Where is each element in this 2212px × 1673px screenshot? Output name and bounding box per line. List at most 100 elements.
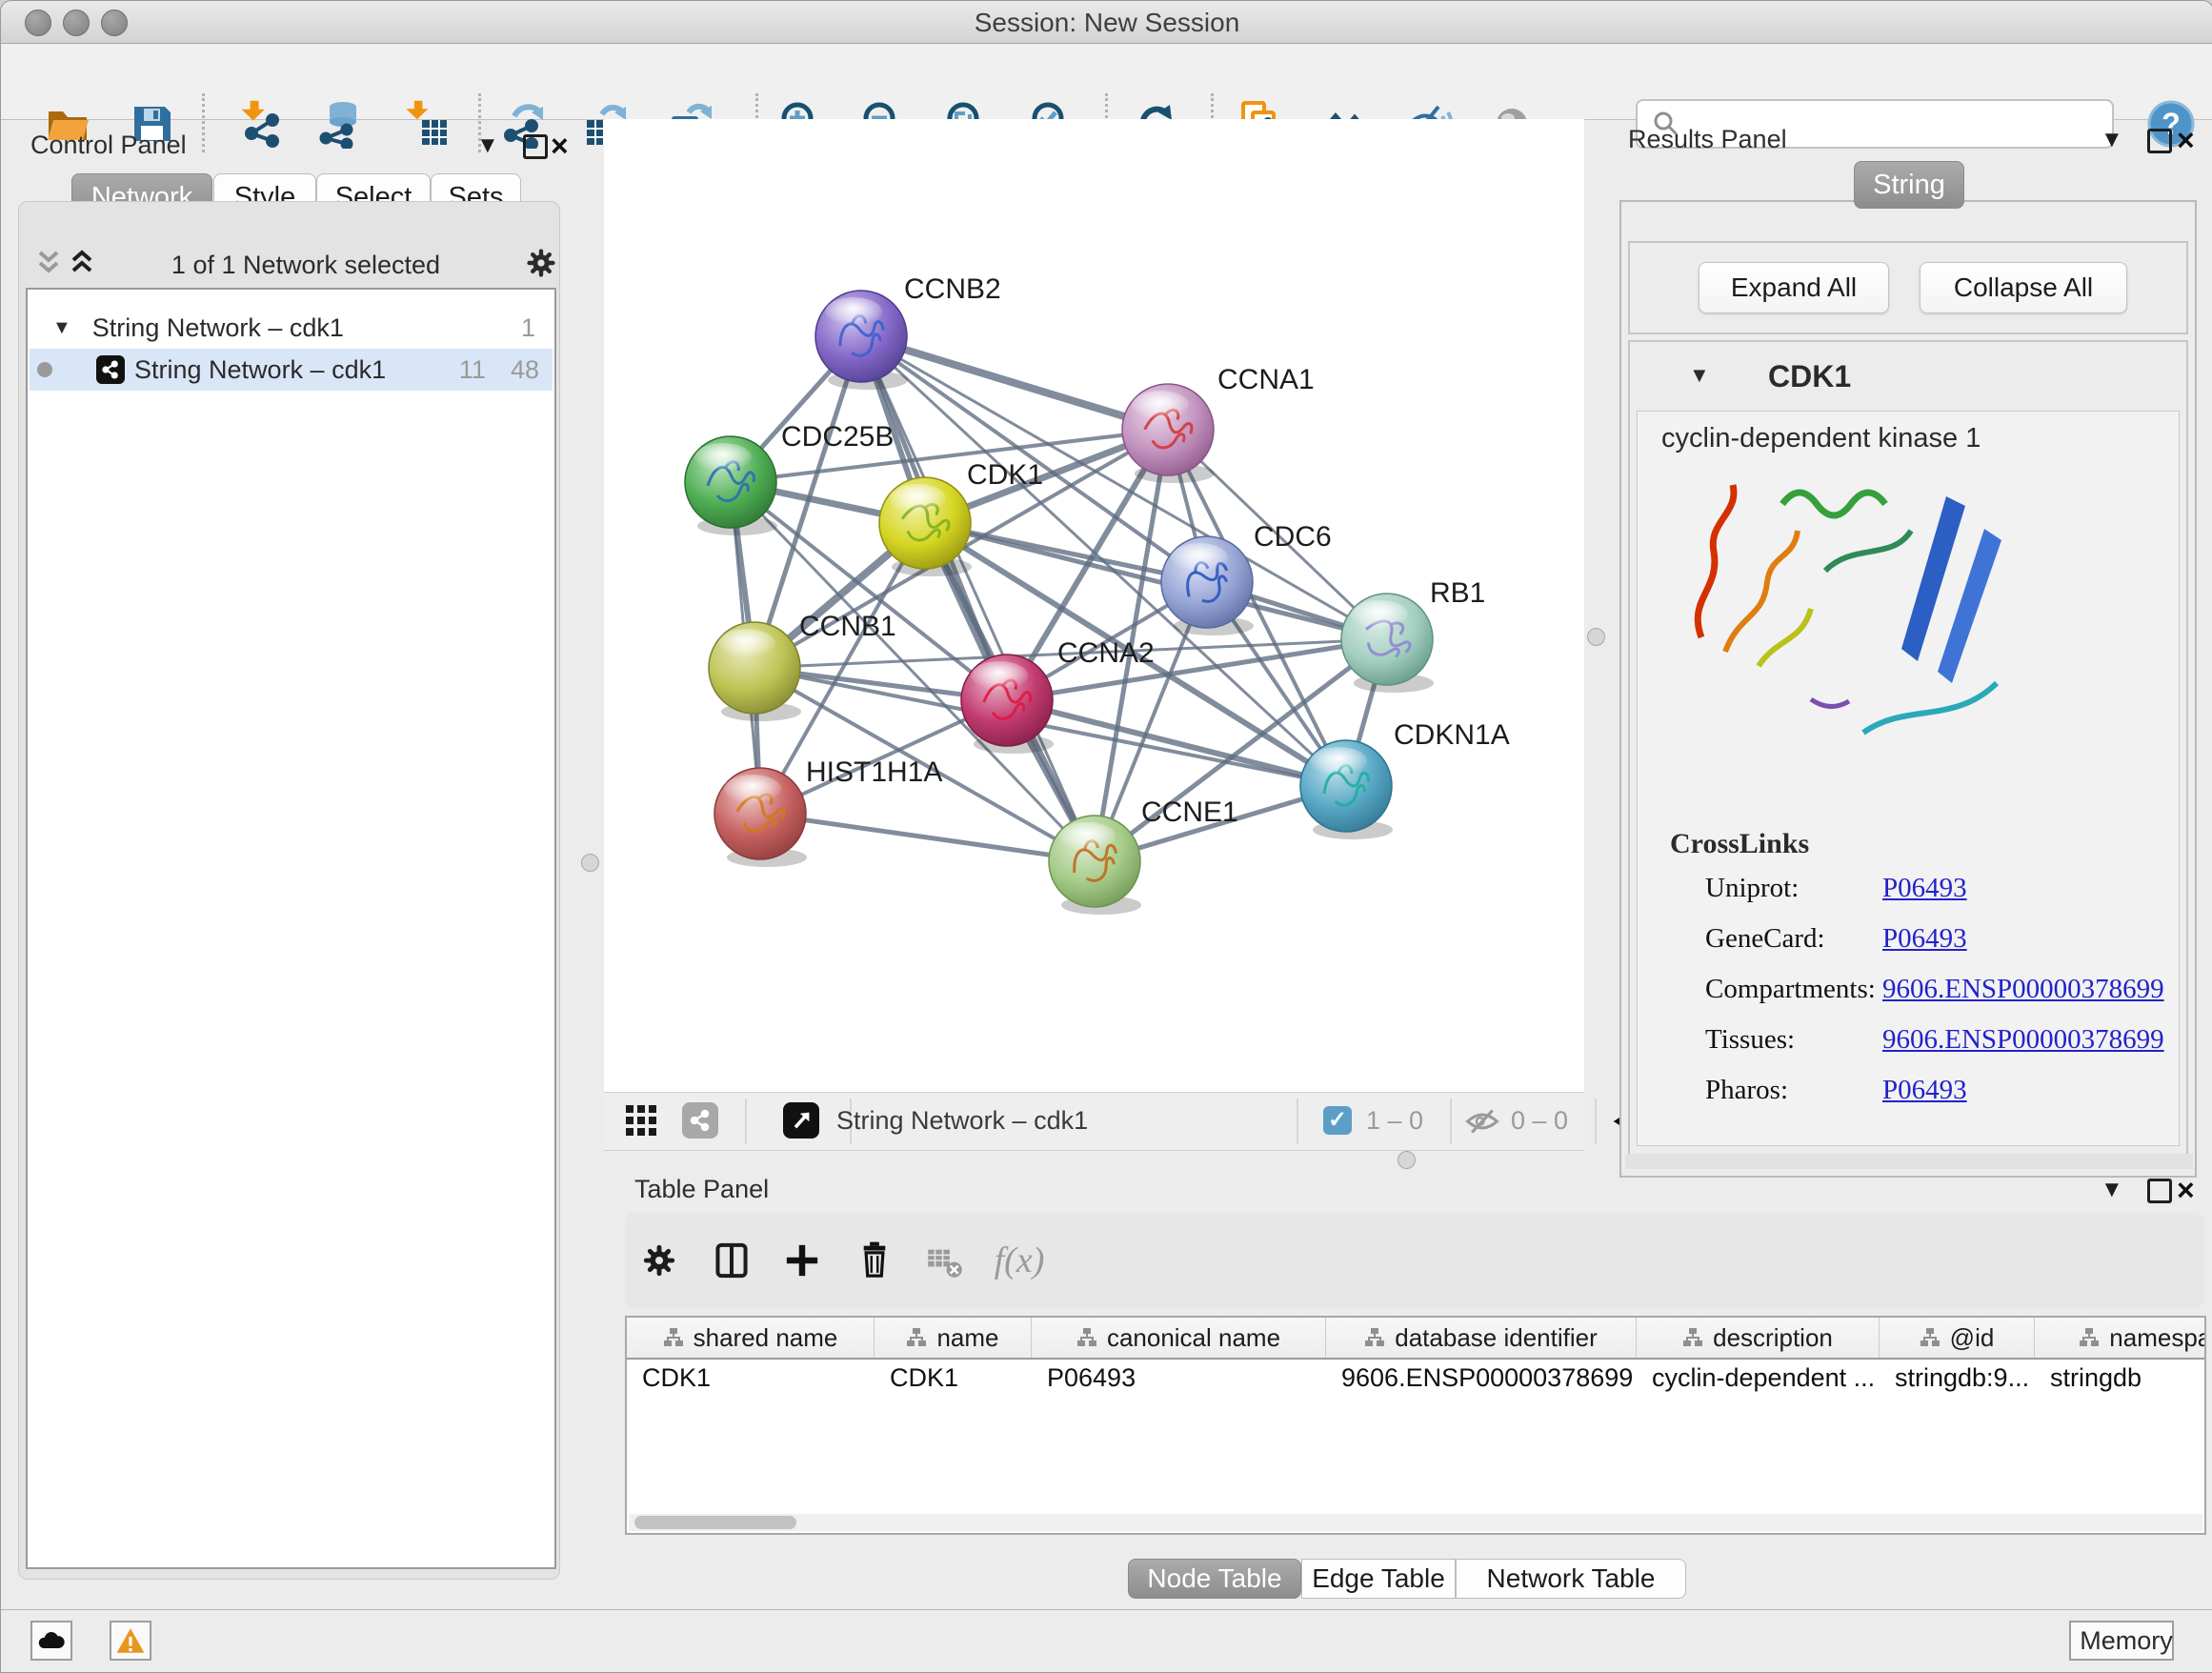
column-header-canonical-name[interactable]: canonical name: [1032, 1318, 1326, 1358]
left-splitter-handle[interactable]: [581, 854, 599, 872]
delete-table-icon[interactable]: [918, 1234, 972, 1287]
warnings-button[interactable]: [110, 1621, 151, 1661]
crosslink-label: GeneCard:: [1705, 923, 1825, 955]
function-builder-icon[interactable]: f(x): [993, 1234, 1046, 1287]
grid-view-icon[interactable]: [625, 1104, 657, 1141]
crosslink-row: Uniprot:P06493: [1637, 873, 2180, 923]
column-header-description[interactable]: description: [1637, 1318, 1880, 1358]
import-table-file-icon[interactable]: [399, 96, 452, 151]
delete-column-icon[interactable]: [848, 1234, 901, 1287]
control-panel-float-icon[interactable]: [523, 134, 548, 159]
column-header-namespace[interactable]: namespace: [2035, 1318, 2206, 1358]
node-label-RB1: RB1: [1430, 577, 1485, 609]
crosslink-label: Tissues:: [1705, 1024, 1795, 1056]
memory-button[interactable]: Memory: [2069, 1621, 2174, 1661]
crosslink-link[interactable]: P06493: [1882, 873, 1967, 904]
network-view-footer: String Network – cdk1 ✓ 1 – 0 0 – 0: [604, 1092, 1584, 1151]
crosslink-link[interactable]: P06493: [1882, 923, 1967, 955]
right-splitter-handle[interactable]: [1587, 628, 1605, 646]
control-panel-title: Control Panel: [30, 131, 187, 160]
collapse-all-button[interactable]: Collapse All: [1920, 262, 2127, 313]
table-panel-menu-icon[interactable]: ▼: [2101, 1177, 2123, 1203]
network-tree: ▼ String Network – cdk1 1 String Network…: [26, 288, 556, 1569]
table-cell[interactable]: P06493: [1032, 1358, 1326, 1398]
node-label-CCNA1: CCNA1: [1217, 364, 1315, 395]
show-columns-icon[interactable]: [705, 1234, 758, 1287]
table-panel-title: Table Panel: [634, 1175, 769, 1204]
expand-all-chevron-icon[interactable]: [70, 249, 94, 282]
import-network-file-icon[interactable]: [232, 96, 286, 151]
memory-label: Memory: [2080, 1626, 2173, 1656]
import-network-database-icon[interactable]: [312, 96, 366, 151]
crosslink-row: Tissues: 9606.ENSP00000378699: [1637, 1024, 2180, 1075]
column-header-@id[interactable]: @id: [1880, 1318, 2035, 1358]
crosslink-link[interactable]: 9606.ENSP00000378699: [1882, 974, 2164, 1005]
warning-icon: [115, 1626, 146, 1655]
string-network-graph[interactable]: CCNB2CCNA1CDC25BCDK1CDC6RB1CCNB1CCNA2CDK…: [604, 119, 1584, 1092]
table-cell[interactable]: cyclin-dependent ...: [1637, 1358, 1880, 1398]
column-header-database-identifier[interactable]: database identifier: [1326, 1318, 1637, 1358]
table-panel-float-icon[interactable]: [2147, 1179, 2172, 1203]
collection-expander-icon[interactable]: ▼: [52, 317, 71, 339]
hidden-counts: 0 – 0: [1511, 1106, 1568, 1136]
table-cell[interactable]: CDK1: [627, 1358, 875, 1398]
protein-structure-image: [1668, 447, 2035, 780]
network-label: String Network – cdk1: [134, 355, 386, 385]
crosslink-link[interactable]: 9606.ENSP00000378699: [1882, 1024, 2164, 1056]
selected-nodes-checkbox-icon[interactable]: ✓: [1323, 1106, 1352, 1135]
table-toolbar: f(x): [625, 1213, 2204, 1308]
results-scrollbar[interactable]: [1625, 1154, 2193, 1169]
results-panel-float-icon[interactable]: [2147, 129, 2172, 153]
crosslink-label: Pharos:: [1705, 1075, 1788, 1106]
node-label-CCNE1: CCNE1: [1141, 796, 1238, 828]
tab-node-table[interactable]: Node Table: [1128, 1559, 1301, 1599]
crosslink-label: Compartments:: [1705, 974, 1876, 1005]
crosslink-row: Compartments:9606.ENSP00000378699: [1637, 974, 2180, 1024]
crosslinks-title: CrossLinks: [1670, 828, 1809, 860]
table-options-gear-icon[interactable]: [633, 1234, 686, 1287]
control-panel-close-icon[interactable]: ×: [551, 136, 569, 155]
table-row[interactable]: CDK1CDK1P064939606.ENSP00000378699cyclin…: [627, 1358, 2204, 1398]
main-toolbar: ?: [1, 44, 2212, 120]
table-panel-close-icon[interactable]: ×: [2177, 1180, 2195, 1199]
results-panel-title: Results Panel: [1628, 125, 1787, 154]
network-view-title: String Network – cdk1: [836, 1106, 1088, 1136]
tab-edge-table[interactable]: Edge Table: [1301, 1559, 1456, 1599]
crosslink-link[interactable]: P06493: [1882, 1075, 1967, 1106]
node-label-CDC6: CDC6: [1254, 521, 1332, 553]
column-header-shared-name[interactable]: shared name: [627, 1318, 875, 1358]
node-label-CCNA2: CCNA2: [1057, 637, 1155, 669]
gene-expander-icon[interactable]: ▼: [1689, 363, 1710, 388]
network-node-count: 11: [459, 355, 486, 385]
tab-network-table[interactable]: Network Table: [1456, 1559, 1686, 1599]
table-cell[interactable]: CDK1: [875, 1358, 1032, 1398]
table-cell[interactable]: 9606.ENSP00000378699: [1326, 1358, 1637, 1398]
network-state-dot-icon: [37, 362, 52, 377]
birds-eye-view-icon[interactable]: [783, 1102, 819, 1139]
control-panel-menu-icon[interactable]: ▼: [476, 132, 499, 159]
network-row[interactable]: String Network – cdk1 11 48: [30, 349, 553, 391]
add-column-icon[interactable]: [775, 1234, 829, 1287]
table-horizontal-scrollbar[interactable]: [629, 1514, 2202, 1531]
network-thumbnail-icon[interactable]: [682, 1102, 718, 1139]
cloud-status-button[interactable]: [30, 1621, 72, 1661]
crosslink-row: GeneCard: P06493: [1637, 923, 2180, 974]
node-table[interactable]: shared namenamecanonical namedatabase id…: [625, 1316, 2206, 1535]
scrollbar-thumb[interactable]: [634, 1516, 796, 1529]
node-label-CDKN1A: CDKN1A: [1394, 719, 1510, 751]
table-cell[interactable]: stringdb: [2035, 1358, 2206, 1398]
tab-string[interactable]: String: [1854, 161, 1964, 209]
expand-all-button[interactable]: Expand All: [1699, 262, 1889, 313]
results-panel-close-icon[interactable]: ×: [2177, 131, 2195, 150]
network-collection-row[interactable]: ▼ String Network – cdk1 1: [30, 307, 553, 349]
horizontal-splitter-handle[interactable]: [1398, 1151, 1416, 1169]
collapse-all-chevron-icon[interactable]: [36, 249, 61, 282]
network-options-gear-icon[interactable]: [523, 245, 559, 286]
network-view-canvas[interactable]: CCNB2CCNA1CDC25BCDK1CDC6RB1CCNB1CCNA2CDK…: [604, 119, 1584, 1092]
collection-count: 1: [521, 313, 535, 343]
table-cell[interactable]: stringdb:9...: [1880, 1358, 2035, 1398]
status-bar: Memory: [1, 1609, 2212, 1673]
results-panel-menu-icon[interactable]: ▼: [2101, 127, 2123, 153]
hidden-nodes-eye-icon[interactable]: [1463, 1104, 1501, 1143]
column-header-name[interactable]: name: [875, 1318, 1032, 1358]
